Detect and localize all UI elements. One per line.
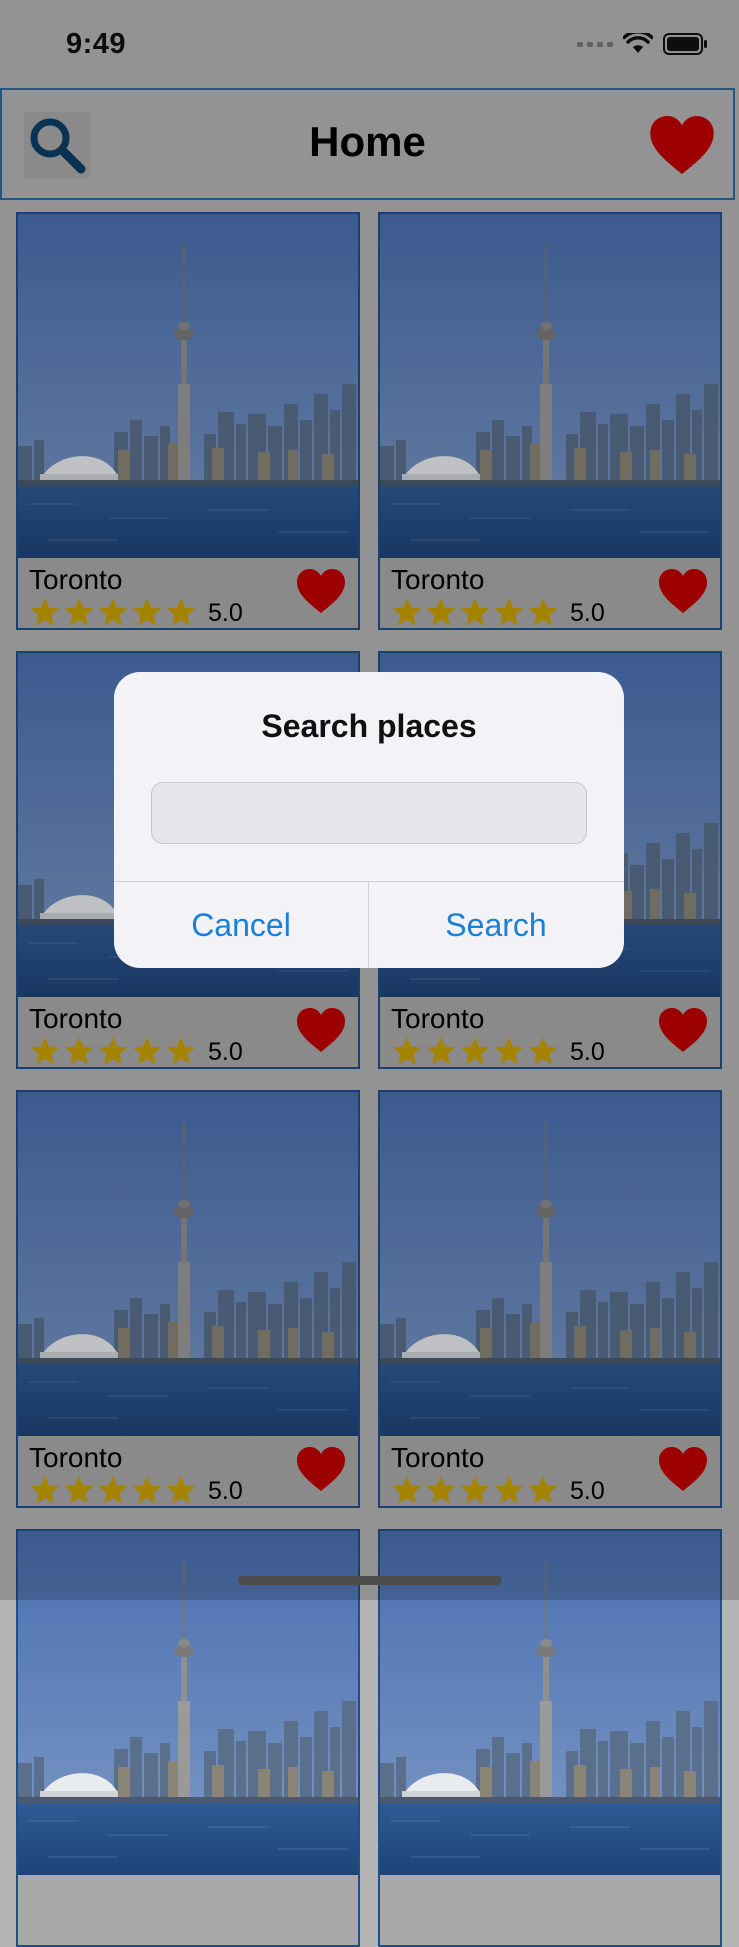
dialog-title: Search places xyxy=(261,708,477,744)
cancel-button[interactable]: Cancel xyxy=(114,882,368,968)
search-dialog: Search places Cancel Search xyxy=(114,672,624,968)
search-submit-button[interactable]: Search xyxy=(369,882,623,968)
home-indicator[interactable] xyxy=(238,1576,502,1585)
search-input[interactable] xyxy=(151,782,587,844)
